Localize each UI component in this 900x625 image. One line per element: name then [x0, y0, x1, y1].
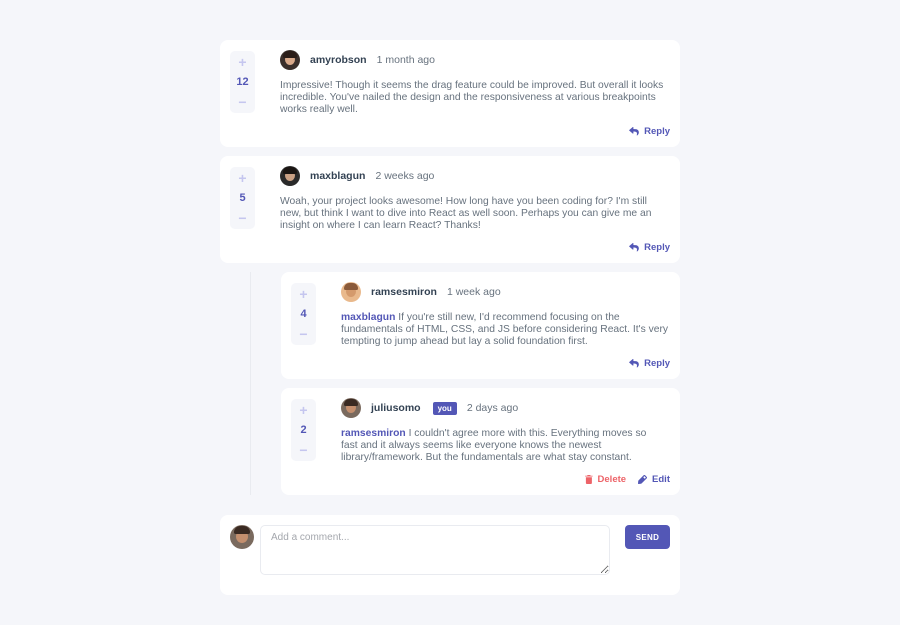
plus-icon[interactable]: +	[299, 402, 307, 418]
reply-button[interactable]: Reply	[629, 242, 670, 253]
comment-date: 1 month ago	[376, 54, 435, 66]
edit-button[interactable]: Edit	[638, 474, 670, 485]
comment-text: Woah, your project looks awesome! How lo…	[280, 196, 652, 231]
thread-line	[250, 272, 251, 495]
reply-thread: + 4 − ramsesmiron 1 week ago maxblagun I…	[220, 272, 680, 495]
avatar	[341, 398, 361, 418]
comment-header: ramsesmiron 1 week ago	[341, 282, 501, 302]
minus-icon[interactable]: −	[299, 326, 307, 342]
minus-icon[interactable]: −	[238, 94, 246, 110]
vote-control: + 4 −	[291, 283, 316, 345]
comment-card: + 12 − amyrobson 1 month ago Impressive!…	[220, 40, 680, 147]
username[interactable]: maxblagun	[310, 170, 365, 182]
reply-arrow-icon	[629, 243, 639, 252]
vote-score: 12	[236, 76, 249, 88]
comment-header: amyrobson 1 month ago	[280, 50, 435, 70]
reply-button[interactable]: Reply	[629, 126, 670, 137]
current-user-avatar	[230, 525, 254, 549]
send-button[interactable]: SEND	[625, 525, 670, 549]
comment-date: 1 week ago	[446, 286, 501, 298]
reply-button[interactable]: Reply	[629, 358, 670, 369]
comment-card: + 5 − maxblagun 2 weeks ago Woah, your p…	[220, 156, 680, 263]
username[interactable]: amyrobson	[310, 54, 367, 66]
delete-label: Delete	[597, 474, 627, 485]
pencil-icon	[638, 475, 648, 484]
avatar	[280, 166, 300, 186]
comment-composer: SEND	[220, 515, 680, 595]
reply-card: + 4 − ramsesmiron 1 week ago maxblagun I…	[281, 272, 680, 379]
comment-text: ramsesmiron I couldn't agree more with t…	[341, 428, 661, 464]
avatar	[280, 50, 300, 70]
comment-actions: Delete Edit	[584, 474, 670, 485]
comment-date: 2 weeks ago	[375, 170, 435, 182]
comment-header: juliusomo you 2 days ago	[341, 398, 518, 418]
reply-label: Reply	[644, 242, 670, 253]
edit-label: Edit	[652, 474, 670, 485]
comment-header: maxblagun 2 weeks ago	[280, 166, 434, 186]
comment-actions: Reply	[629, 242, 670, 253]
vote-score: 2	[300, 424, 307, 436]
username[interactable]: juliusomo	[371, 402, 421, 414]
comment-date: 2 days ago	[466, 402, 519, 414]
plus-icon[interactable]: +	[299, 286, 307, 302]
you-badge: you	[432, 401, 457, 415]
reply-arrow-icon	[629, 127, 639, 136]
minus-icon[interactable]: −	[299, 442, 307, 458]
reply-card: + 2 − juliusomo you 2 days ago ramsesmir…	[281, 388, 680, 495]
reply-arrow-icon	[629, 359, 639, 368]
plus-icon[interactable]: +	[238, 170, 246, 186]
delete-button[interactable]: Delete	[584, 474, 627, 485]
reply-label: Reply	[644, 358, 670, 369]
avatar	[341, 282, 361, 302]
mention-link[interactable]: ramsesmiron	[341, 428, 406, 439]
vote-control: + 12 −	[230, 51, 255, 113]
vote-control: + 2 −	[291, 399, 316, 461]
reply-label: Reply	[644, 126, 670, 137]
vote-score: 4	[300, 308, 307, 320]
vote-control: + 5 −	[230, 167, 255, 229]
comment-text: Impressive! Though it seems the drag fea…	[280, 80, 664, 115]
comment-actions: Reply	[629, 358, 670, 369]
comment-text: maxblagun If you're still new, I'd recom…	[341, 312, 673, 348]
vote-score: 5	[239, 192, 246, 204]
mention-link[interactable]: maxblagun	[341, 312, 395, 323]
comments-section: + 12 − amyrobson 1 month ago Impressive!…	[220, 40, 680, 495]
comment-input[interactable]	[260, 525, 610, 575]
comment-actions: Reply	[629, 126, 670, 137]
plus-icon[interactable]: +	[238, 54, 246, 70]
username[interactable]: ramsesmiron	[371, 286, 437, 298]
minus-icon[interactable]: −	[238, 210, 246, 226]
trash-icon	[584, 475, 593, 484]
